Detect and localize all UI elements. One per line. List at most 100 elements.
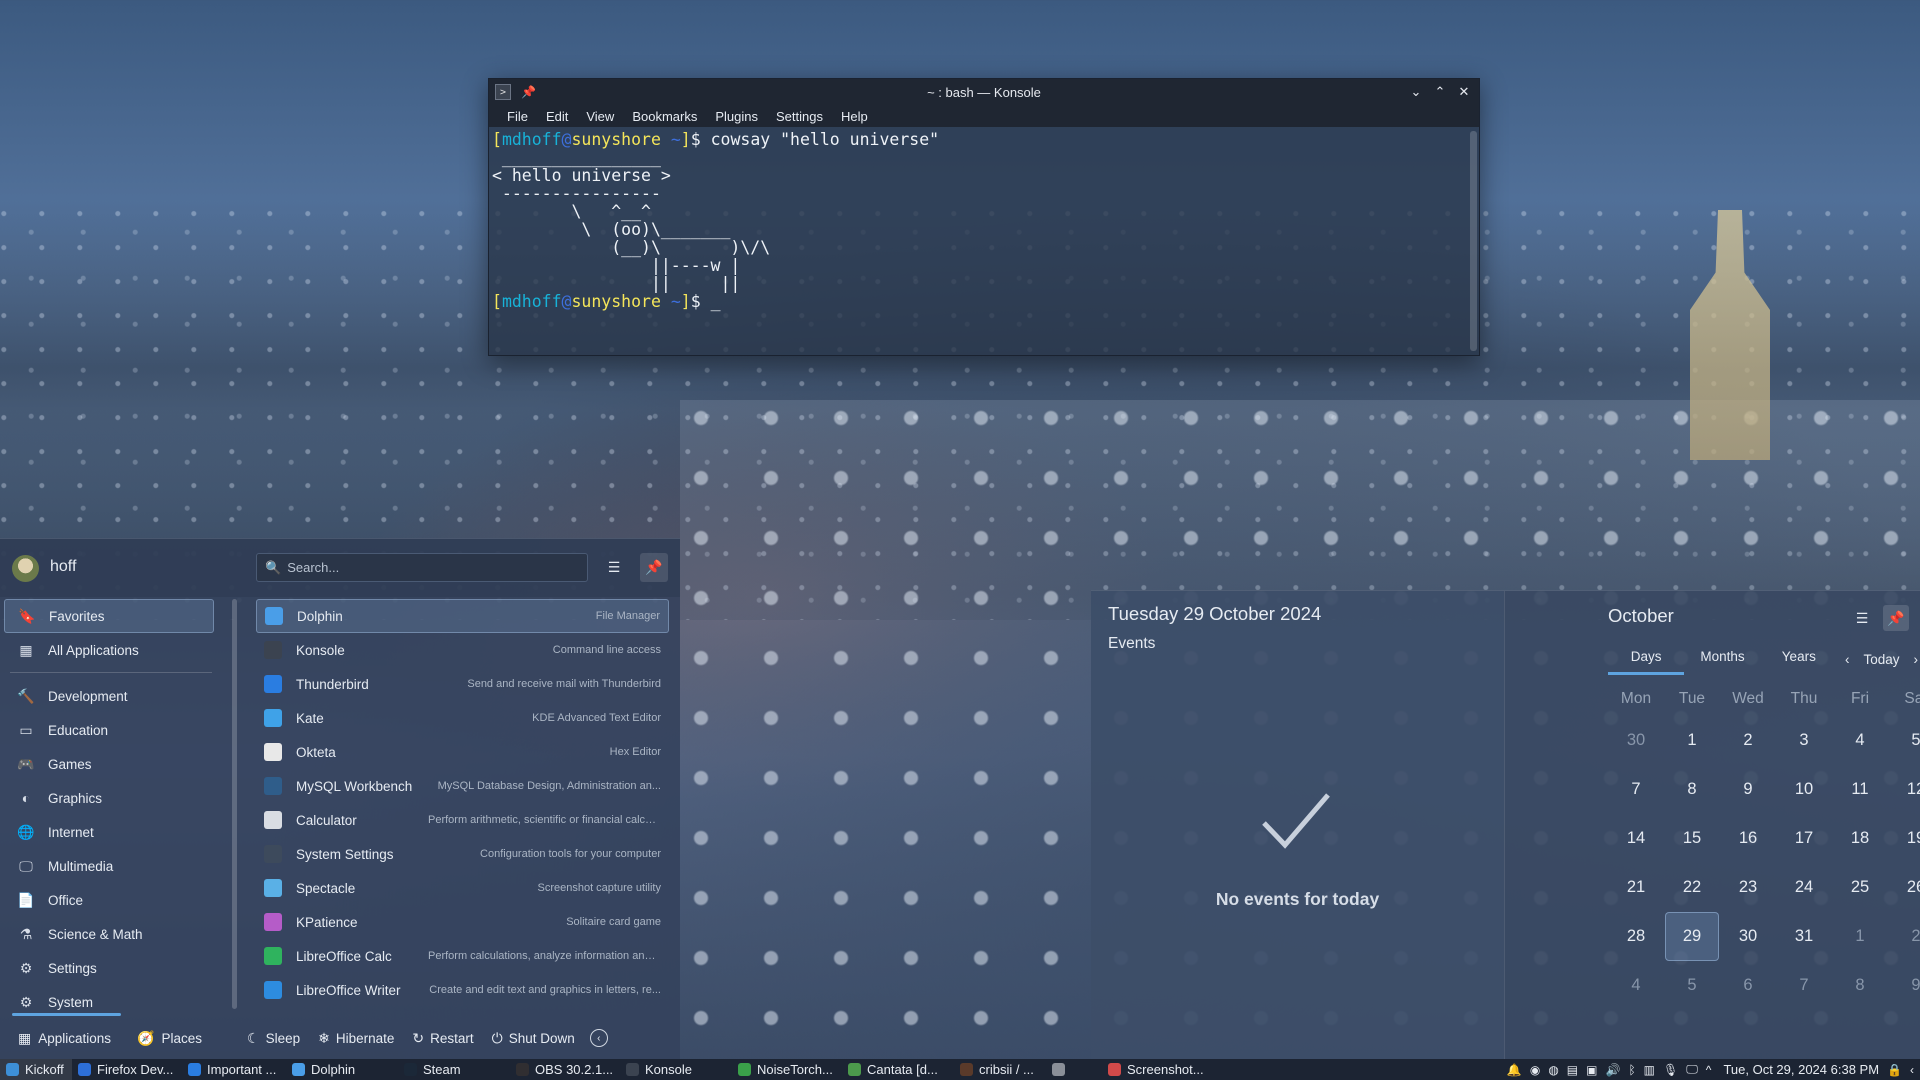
category-office[interactable]: 📄 Office <box>4 883 214 917</box>
calendar-day[interactable]: 15 <box>1664 814 1720 863</box>
taskbar-item[interactable]: Important ... <box>182 1059 286 1080</box>
clock[interactable]: Tue, Oct 29, 2024 6:38 PM <box>1723 1062 1879 1077</box>
category-favorites[interactable]: 🔖 Favorites <box>4 599 214 633</box>
terminal-output[interactable]: [mdhoff@sunyshore ~]$ cowsay "hello univ… <box>489 127 1467 355</box>
app-item-kpatience[interactable]: KPatience Solitaire card game <box>256 905 669 939</box>
network-icon[interactable]: ▥ <box>1644 1063 1655 1077</box>
taskbar-item[interactable]: NoiseTorch... <box>732 1059 842 1080</box>
calendar-day[interactable]: 8 <box>1664 765 1720 814</box>
taskbar-item[interactable]: Kickoff <box>0 1059 72 1080</box>
calendar-day[interactable]: 1 <box>1664 716 1720 765</box>
app-item-calculator[interactable]: Calculator Perform arithmetic, scientific… <box>256 803 669 837</box>
clipboard-icon[interactable]: ▤ <box>1567 1063 1578 1077</box>
calendar-day[interactable]: 10 <box>1776 765 1832 814</box>
calendar-day[interactable]: 24 <box>1776 863 1832 912</box>
category-games[interactable]: 🎮 Games <box>4 747 214 781</box>
app-item-system-settings[interactable]: System Settings Configuration tools for y… <box>256 837 669 871</box>
search-input[interactable]: 🔍 Search... <box>256 553 588 582</box>
app-item-kate[interactable]: Kate KDE Advanced Text Editor <box>256 701 669 735</box>
calendar-day[interactable]: 5 <box>1664 961 1720 1010</box>
menu-view[interactable]: View <box>578 109 624 124</box>
minimize-icon[interactable]: ⌄ <box>1409 84 1423 100</box>
calendar-day[interactable]: 9 <box>1888 961 1920 1010</box>
taskbar-item[interactable]: Screenshot... <box>1102 1059 1212 1080</box>
notifications-icon[interactable]: 🔔 <box>1507 1063 1522 1077</box>
calendar-day[interactable]: 4 <box>1832 716 1888 765</box>
menu-plugins[interactable]: Plugins <box>707 109 768 124</box>
calendar-day[interactable]: 12 <box>1888 765 1920 814</box>
calendar-day[interactable]: 31 <box>1776 912 1832 961</box>
microphone-icon[interactable]: 🎙 <box>1663 1063 1678 1077</box>
calendar-day[interactable]: 3 <box>1776 716 1832 765</box>
calendar-day[interactable]: 14 <box>1608 814 1664 863</box>
taskbar-item[interactable]: Firefox Dev... <box>72 1059 182 1080</box>
pin-icon[interactable]: 📌 <box>521 85 536 99</box>
bluetooth-icon[interactable]: ᛒ <box>1628 1063 1635 1077</box>
app-item-thunderbird[interactable]: Thunderbird Send and receive mail with Th… <box>256 667 669 701</box>
lock-icon[interactable]: 🔒 <box>1887 1063 1902 1077</box>
calendar-day[interactable]: 5 <box>1888 716 1920 765</box>
konsole-titlebar[interactable]: > 📌 ~ : bash — Konsole ⌄ ⌃ ✕ <box>489 79 1479 105</box>
menu-file[interactable]: File <box>499 109 538 124</box>
hibernate-button[interactable]: ❄ Hibernate <box>309 1030 403 1047</box>
app-item-konsole[interactable]: Konsole Command line access <box>256 633 669 667</box>
expand-tray-icon[interactable]: ^ <box>1706 1063 1712 1077</box>
app-item-spectacle[interactable]: Spectacle Screenshot capture utility <box>256 871 669 905</box>
calendar-day[interactable]: 4 <box>1608 961 1664 1010</box>
calendar-day[interactable]: 11 <box>1832 765 1888 814</box>
calendar-day[interactable]: 16 <box>1720 814 1776 863</box>
taskbar-item[interactable]: Dolphin <box>286 1059 398 1080</box>
category-scrollbar[interactable] <box>232 599 237 1009</box>
category-internet[interactable]: 🌐 Internet <box>4 815 214 849</box>
tab-days[interactable]: Days <box>1608 643 1685 675</box>
taskbar-item[interactable] <box>1046 1059 1102 1080</box>
calendar-day[interactable]: 23 <box>1720 863 1776 912</box>
calendar-day[interactable]: 8 <box>1832 961 1888 1010</box>
app-item-okteta[interactable]: Okteta Hex Editor <box>256 735 669 769</box>
calendar-day[interactable]: 18 <box>1832 814 1888 863</box>
taskbar-item[interactable]: cribsii / ... <box>954 1059 1046 1080</box>
next-month-icon[interactable]: › <box>1914 652 1919 667</box>
calendar-day[interactable]: 6 <box>1720 961 1776 1010</box>
calendar-day[interactable]: 19 <box>1888 814 1920 863</box>
calendar-day[interactable]: 30 <box>1608 716 1664 765</box>
calendar-day-today[interactable]: 29 <box>1665 912 1719 961</box>
menu-settings[interactable]: Settings <box>768 109 833 124</box>
monitor-icon[interactable]: 🖵 <box>1686 1062 1698 1077</box>
close-icon[interactable]: ✕ <box>1457 84 1471 100</box>
previous-month-icon[interactable]: ‹ <box>1845 652 1850 667</box>
konsole-app-icon[interactable]: > <box>495 84 511 100</box>
calendar-day[interactable]: 25 <box>1832 863 1888 912</box>
shutdown-button[interactable]: ⏻ Shut Down <box>483 1030 584 1047</box>
app-item-libreoffice-writer[interactable]: LibreOffice Writer Create and edit text a… <box>256 973 669 1007</box>
volume-icon[interactable]: 🔊 <box>1605 1063 1620 1077</box>
more-options-icon[interactable]: ‹ <box>589 1029 608 1047</box>
calendar-day[interactable]: 17 <box>1776 814 1832 863</box>
calendar-day[interactable]: 21 <box>1608 863 1664 912</box>
show-desktop-icon[interactable]: ‹ <box>1910 1063 1914 1077</box>
steam-tray-icon[interactable]: ◍ <box>1548 1063 1558 1077</box>
category-science-math[interactable]: ⚗ Science & Math <box>4 917 214 951</box>
category-multimedia[interactable]: 🖵 Multimedia <box>4 849 214 883</box>
taskbar-item[interactable]: Cantata [d... <box>842 1059 954 1080</box>
calendar-day[interactable]: 9 <box>1720 765 1776 814</box>
calendar-day[interactable]: 22 <box>1664 863 1720 912</box>
category-all-applications[interactable]: ▦ All Applications <box>4 633 214 667</box>
calendar-day[interactable]: 1 <box>1832 912 1888 961</box>
avatar[interactable] <box>12 555 39 582</box>
app-item-mysql-workbench[interactable]: MySQL Workbench MySQL Database Design, Ad… <box>256 769 669 803</box>
calendar-pin-button[interactable]: 📌 <box>1883 605 1909 631</box>
tab-years[interactable]: Years <box>1761 643 1837 675</box>
tab-months[interactable]: Months <box>1684 643 1760 675</box>
filter-button[interactable]: ☰ <box>600 553 628 582</box>
tab-places[interactable]: 🧭 Places <box>127 1017 212 1059</box>
pin-button[interactable]: 📌 <box>640 553 668 582</box>
menu-edit[interactable]: Edit <box>538 109 578 124</box>
menu-bookmarks[interactable]: Bookmarks <box>624 109 707 124</box>
taskbar-item[interactable]: Steam <box>398 1059 510 1080</box>
discord-icon[interactable]: ◉ <box>1530 1063 1540 1077</box>
category-settings[interactable]: ⚙ Settings <box>4 951 214 985</box>
category-graphics[interactable]: ◐ Graphics <box>4 781 214 815</box>
tab-applications[interactable]: ▦ Applications <box>8 1013 122 1059</box>
calendar-day[interactable]: 2 <box>1888 912 1920 961</box>
